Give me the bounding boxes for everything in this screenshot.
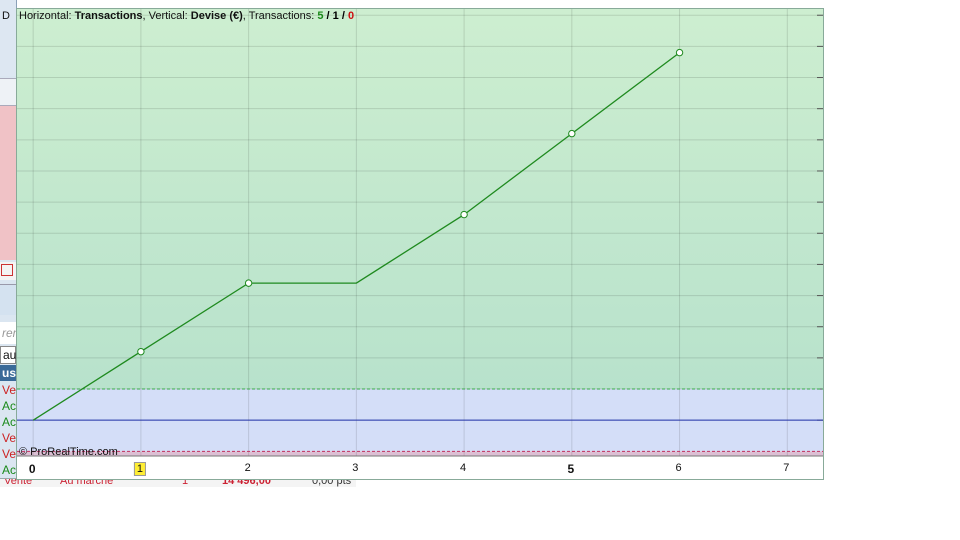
x-tick-label: 1	[133, 462, 146, 476]
equity-curve-chart[interactable]	[16, 8, 824, 480]
legend-sep: /	[323, 10, 333, 22]
panel-row-label: Ve	[2, 383, 17, 397]
x-tick-label: 5	[567, 462, 575, 476]
panel-select-value: au	[3, 348, 17, 362]
panel-placeholder: rer	[2, 326, 17, 340]
equity-point	[675, 48, 684, 57]
panel-column-header: us	[0, 365, 16, 381]
chart-canvas[interactable]	[17, 9, 824, 480]
equity-point	[568, 129, 576, 138]
x-tick-label: 4	[460, 462, 467, 474]
panel-select[interactable]: au	[0, 346, 16, 364]
panel-red-section	[0, 106, 16, 260]
panel-header-label: us	[2, 366, 17, 380]
equity-point	[244, 279, 253, 287]
chart-legend: Horizontal: Transactions, Vertical: Devi…	[19, 10, 354, 22]
legend-vertical-prefix: , Vertical:	[142, 10, 191, 22]
panel-row-label: Ve	[2, 447, 17, 461]
table-icon[interactable]	[1, 264, 13, 276]
panel-icon-row[interactable]	[0, 262, 16, 280]
profit-zone	[17, 9, 823, 390]
x-tick-label: 2	[244, 462, 251, 474]
equity-point	[137, 347, 145, 356]
x-tick-label: 7	[783, 462, 790, 474]
left-panel: D rer au us Ve Ac Ac Ve Ve Ac	[0, 0, 17, 480]
panel-row-label: Ve	[2, 431, 17, 445]
legend-losing-count: 0	[347, 10, 355, 22]
legend-sep: /	[338, 10, 348, 22]
x-tick-label: 6	[675, 462, 682, 474]
legend-horizontal-value: Transactions	[74, 10, 143, 22]
equity-point	[460, 210, 468, 219]
legend-transactions-prefix: , Transactions:	[242, 10, 318, 22]
panel-fragment: D	[2, 10, 10, 22]
x-tick-label: 3	[352, 462, 359, 474]
panel-blue-section	[0, 284, 16, 315]
loss-zone	[17, 451, 823, 456]
panel-input-row[interactable]: rer	[0, 322, 16, 344]
legend-horizontal-prefix: Horizontal:	[19, 10, 75, 22]
panel-row-label: Ac	[2, 463, 17, 477]
panel-row-label: Ac	[2, 399, 17, 413]
legend-vertical-value: Devise (€)	[190, 10, 243, 22]
x-tick-label: 0	[28, 462, 36, 476]
copyright-notice: © ProRealTime.com	[19, 446, 118, 458]
panel-row-label: Ac	[2, 415, 17, 429]
panel-toolbar[interactable]	[0, 78, 16, 106]
